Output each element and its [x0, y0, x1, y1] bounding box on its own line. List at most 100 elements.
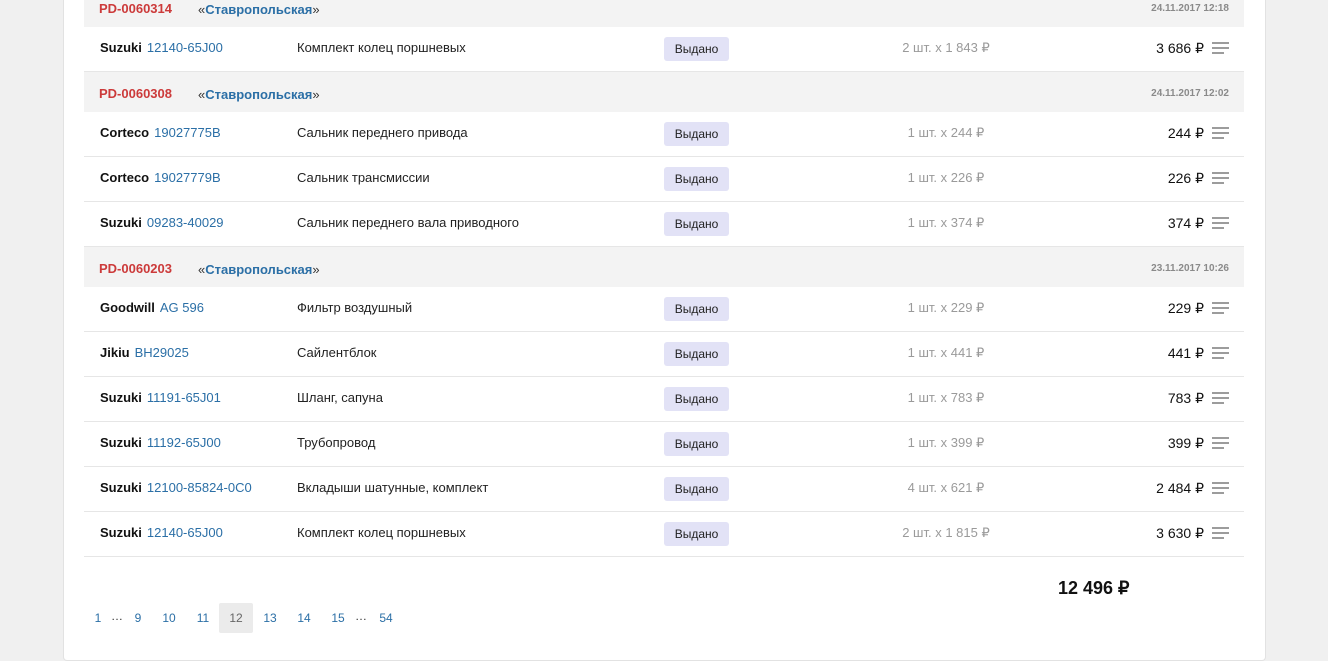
item-total: 3 630 ₽	[1156, 525, 1204, 541]
item-description: Комплект колец поршневых	[297, 40, 466, 55]
item-quantity-price: 1 шт. x 441 ₽	[907, 345, 985, 360]
store-link[interactable]: Ставропольская	[205, 262, 312, 277]
page-link[interactable]: 54	[371, 603, 401, 633]
item-total: 2 484 ₽	[1156, 480, 1204, 496]
grand-total: 12 496 ₽	[1058, 578, 1130, 598]
order-date: 23.11.2017 10:26	[1151, 263, 1229, 274]
page-link[interactable]: 9	[128, 603, 148, 633]
item-quantity-price: 2 шт. x 1 843 ₽	[902, 40, 990, 55]
item-sku-link[interactable]: 12140-65J00	[147, 525, 223, 540]
item-total: 441 ₽	[1167, 345, 1204, 361]
order-date: 24.11.2017 12:02	[1151, 88, 1229, 99]
item-brand: Suzuki 11191-65J01	[100, 390, 221, 405]
pagination-ellipsis: …	[355, 609, 367, 623]
menu-lines-icon[interactable]	[1212, 437, 1229, 451]
item-total: 244 ₽	[1167, 125, 1204, 141]
item-description: Шланг, сапуна	[297, 390, 383, 405]
order-item-row: Suzuki 09283-40029 Сальник переднего вала…	[84, 202, 1244, 247]
page-link[interactable]: 15	[323, 603, 353, 633]
page-link[interactable]: 11	[188, 603, 218, 633]
item-description: Сайлентблок	[297, 345, 377, 360]
item-quantity-price: 1 шт. x 374 ₽	[907, 215, 985, 230]
status-badge: Выдано	[664, 477, 729, 501]
item-brand: Suzuki 12140-65J00	[100, 40, 223, 55]
item-quantity-price: 4 шт. x 621 ₽	[907, 480, 985, 495]
store-link[interactable]: Ставропольская	[205, 2, 312, 17]
item-total: 3 686 ₽	[1156, 40, 1204, 56]
menu-lines-icon[interactable]	[1212, 217, 1229, 231]
order-header: PD-0060308 «Ставропольская» 24.11.2017 1…	[84, 72, 1244, 112]
item-description: Сальник трансмиссии	[297, 170, 430, 185]
item-brand: Corteco 19027775B	[100, 125, 221, 140]
store-link[interactable]: Ставропольская	[205, 87, 312, 102]
page-current[interactable]: 12	[219, 603, 253, 633]
order-item-row: Corteco 19027779B Сальник трансмиссии Выд…	[84, 157, 1244, 202]
status-badge: Выдано	[664, 37, 729, 61]
status-badge: Выдано	[664, 387, 729, 411]
order-item-row: Suzuki 12140-65J00 Комплект колец поршнев…	[84, 27, 1244, 72]
item-sku-link[interactable]: 12100-85824-0C0	[147, 480, 252, 495]
status-badge: Выдано	[664, 342, 729, 366]
page-link[interactable]: 13	[255, 603, 285, 633]
item-sku-link[interactable]: AG 596	[160, 300, 204, 315]
order-item-row: Goodwill AG 596 Фильтр воздушный Выдано 1…	[84, 287, 1244, 332]
page-link[interactable]: 14	[289, 603, 319, 633]
item-total: 783 ₽	[1167, 390, 1204, 406]
order-store: «Ставропольская»	[198, 2, 320, 17]
menu-lines-icon[interactable]	[1212, 42, 1229, 56]
item-description: Комплект колец поршневых	[297, 525, 466, 540]
order-header: PD-0060203 «Ставропольская» 23.11.2017 1…	[84, 247, 1244, 287]
order-date: 24.11.2017 12:18	[1151, 3, 1229, 14]
item-quantity-price: 1 шт. x 244 ₽	[907, 125, 985, 140]
order-item-row: Suzuki 11191-65J01 Шланг, сапуна Выдано 1…	[84, 377, 1244, 422]
status-badge: Выдано	[664, 297, 729, 321]
item-brand: Jikiu BH29025	[100, 345, 189, 360]
item-sku-link[interactable]: 19027775B	[154, 125, 221, 140]
order-item-row: Corteco 19027775B Сальник переднего приво…	[84, 112, 1244, 157]
menu-lines-icon[interactable]	[1212, 392, 1229, 406]
item-brand: Suzuki 11192-65J00	[100, 435, 221, 450]
menu-lines-icon[interactable]	[1212, 302, 1229, 316]
item-sku-link[interactable]: 11192-65J00	[147, 435, 221, 450]
item-sku-link[interactable]: BH29025	[135, 345, 189, 360]
item-total: 374 ₽	[1167, 215, 1204, 231]
item-quantity-price: 1 шт. x 229 ₽	[907, 300, 985, 315]
order-item-row: Suzuki 12100-85824-0C0 Вкладыши шатунные,…	[84, 467, 1244, 512]
status-badge: Выдано	[664, 522, 729, 546]
menu-lines-icon[interactable]	[1212, 347, 1229, 361]
order-item-row: Suzuki 12140-65J00 Комплект колец поршнев…	[84, 512, 1244, 557]
status-badge: Выдано	[664, 432, 729, 456]
item-sku-link[interactable]: 12140-65J00	[147, 40, 223, 55]
menu-lines-icon[interactable]	[1212, 527, 1229, 541]
item-description: Сальник переднего привода	[297, 125, 468, 140]
status-badge: Выдано	[664, 122, 729, 146]
item-sku-link[interactable]: 19027779B	[154, 170, 221, 185]
item-description: Вкладыши шатунные, комплект	[297, 480, 489, 495]
item-brand: Goodwill AG 596	[100, 300, 204, 315]
item-brand: Suzuki 09283-40029	[100, 215, 224, 230]
item-sku-link[interactable]: 09283-40029	[147, 215, 224, 230]
item-description: Фильтр воздушный	[297, 300, 413, 315]
order-id-link[interactable]: PD-0060308	[99, 86, 172, 101]
order-id-link[interactable]: PD-0060314	[99, 1, 172, 16]
item-description: Сальник переднего вала приводного	[297, 215, 519, 230]
menu-lines-icon[interactable]	[1212, 127, 1229, 141]
item-sku-link[interactable]: 11191-65J01	[147, 390, 221, 405]
item-quantity-price: 1 шт. x 783 ₽	[907, 390, 985, 405]
item-quantity-price: 2 шт. x 1 815 ₽	[902, 525, 990, 540]
item-description: Трубопровод	[297, 435, 376, 450]
page-link[interactable]: 1	[89, 603, 107, 633]
menu-lines-icon[interactable]	[1212, 172, 1229, 186]
pagination-ellipsis: …	[111, 609, 123, 623]
order-id-link[interactable]: PD-0060203	[99, 261, 172, 276]
status-badge: Выдано	[664, 167, 729, 191]
order-header: PD-0060314 «Ставропольская» 24.11.2017 1…	[84, 0, 1244, 27]
menu-lines-icon[interactable]	[1212, 482, 1229, 496]
item-total: 399 ₽	[1167, 435, 1204, 451]
item-total: 226 ₽	[1167, 170, 1204, 186]
item-brand: Suzuki 12140-65J00	[100, 525, 223, 540]
order-store: «Ставропольская»	[198, 87, 320, 102]
item-brand: Suzuki 12100-85824-0C0	[100, 480, 252, 495]
page-link[interactable]: 10	[154, 603, 184, 633]
item-brand: Corteco 19027779B	[100, 170, 221, 185]
